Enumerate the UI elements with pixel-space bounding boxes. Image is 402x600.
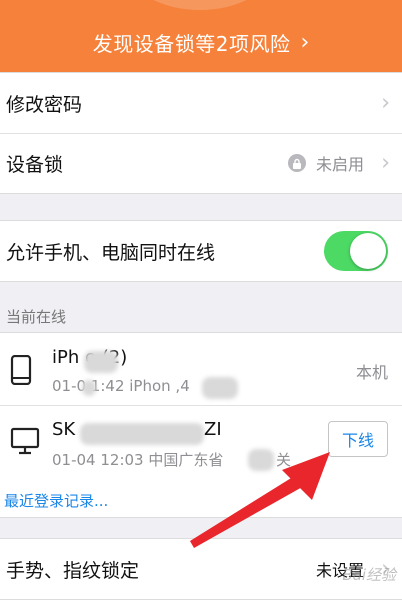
annotation-arrow	[190, 452, 330, 548]
watermark: Bai经验	[342, 566, 396, 584]
